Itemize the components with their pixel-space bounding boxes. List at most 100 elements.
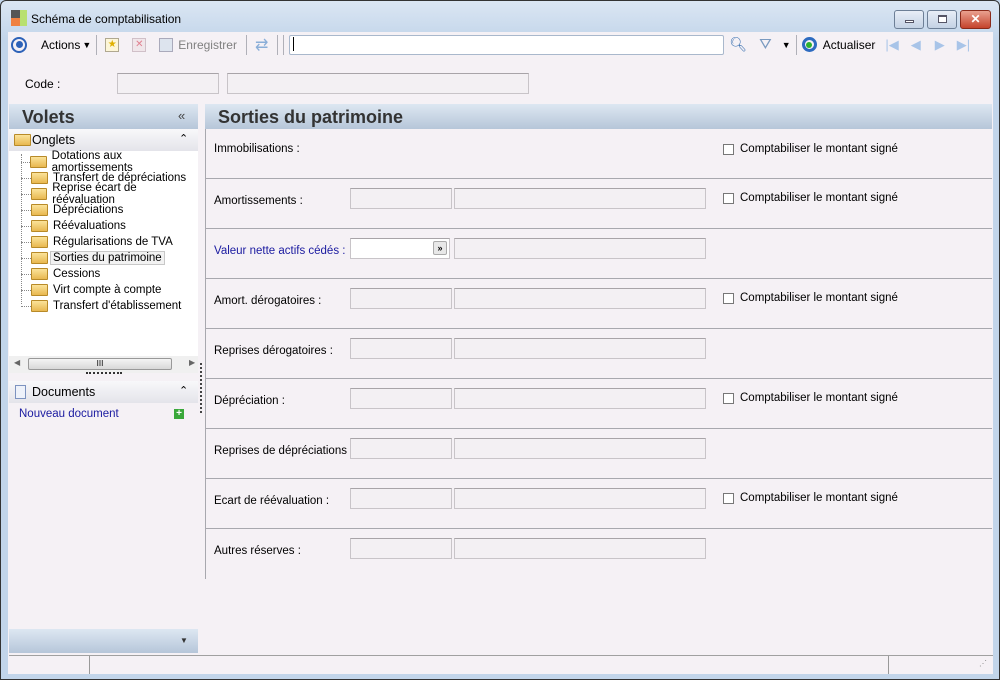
search-icon[interactable]: 🔍︎ (729, 36, 747, 53)
tree-item-label: Sorties du patrimoine (50, 251, 165, 265)
field-label: Dépréciation : (214, 395, 285, 407)
caret-down-icon[interactable]: ▼ (180, 636, 188, 645)
code-input[interactable] (117, 73, 219, 94)
chevron-up-icon[interactable]: ⌃ (179, 384, 188, 397)
tree-item[interactable]: Dotations aux amortissements (21, 150, 198, 174)
account-description-input[interactable] (454, 288, 706, 309)
account-input[interactable] (350, 288, 452, 309)
chevron-up-icon[interactable]: ⌃ (179, 132, 188, 145)
account-description-input[interactable] (454, 488, 706, 509)
horizontal-scrollbar[interactable]: ◀ III ▶ (9, 356, 198, 373)
search-input[interactable] (289, 34, 725, 55)
form-row: Ecart de réévaluation : Comptabiliser le … (205, 479, 992, 529)
signed-amount-checkbox[interactable]: Comptabiliser le montant signé (723, 492, 898, 504)
actions-menu[interactable]: Actions (41, 38, 80, 52)
documents-section-header[interactable]: Documents ⌃ (9, 381, 198, 403)
account-description-input[interactable] (454, 238, 706, 259)
filter-icon[interactable]: ⛛ (759, 36, 772, 53)
client-area: Actions ▼ ★ ✕ Enregistrer ⇄ 🔍︎ ⛛ ▼ Actual… (8, 32, 993, 674)
resize-grip-icon[interactable]: ⋰ (979, 659, 987, 668)
form-row: Amort. dérogatoires : Comptabiliser le mo… (205, 279, 992, 329)
menu-circle-icon[interactable] (11, 36, 27, 53)
folder-icon (31, 172, 48, 184)
code-description-input[interactable] (227, 73, 529, 94)
delete-icon[interactable]: ✕ (132, 37, 147, 52)
tree-item-label: Transfert d'établissement (53, 300, 182, 312)
minimize-button[interactable] (894, 10, 924, 29)
tree-item[interactable]: Cessions (21, 266, 100, 282)
tree-item[interactable]: Régularisations de TVA (21, 234, 173, 250)
dropdown-icon[interactable]: » (433, 241, 447, 255)
scroll-thumb[interactable]: III (28, 358, 172, 370)
tree-item[interactable]: Virt compte à compte (21, 282, 162, 298)
tree-item[interactable]: Reprise écart de réévaluation (21, 182, 198, 206)
sidebar-footer[interactable]: ▼ (9, 629, 198, 653)
account-input[interactable] (350, 338, 452, 359)
new-document-link[interactable]: Nouveau document (19, 408, 119, 420)
tree-item[interactable]: Transfert d'établissement (21, 298, 182, 314)
checkbox-box[interactable] (723, 392, 734, 404)
window-title: Schéma de comptabilisation (31, 12, 182, 26)
checkbox-label: Comptabiliser le montant signé (740, 292, 898, 304)
signed-amount-checkbox[interactable]: Comptabiliser le montant signé (723, 143, 898, 155)
first-record-icon[interactable]: |◀ (885, 37, 898, 53)
new-icon[interactable]: ★ (105, 37, 120, 52)
tree-item-label: Virt compte à compte (53, 284, 162, 296)
tree-item-label: Réévaluations (53, 220, 126, 232)
signed-amount-checkbox[interactable]: Comptabiliser le montant signé (723, 292, 898, 304)
code-label: Code : (25, 77, 61, 91)
signed-amount-checkbox[interactable]: Comptabiliser le montant signé (723, 192, 898, 204)
signed-amount-checkbox[interactable]: Comptabiliser le montant signé (723, 392, 898, 404)
last-record-icon[interactable]: ▶| (957, 37, 970, 53)
account-input[interactable] (350, 388, 452, 409)
collapse-sidebar-icon[interactable]: « (178, 108, 185, 123)
refresh-button[interactable]: Actualiser (823, 38, 876, 52)
field-label: Immobilisations : (214, 143, 300, 155)
save-button[interactable]: Enregistrer (178, 38, 237, 52)
account-description-input[interactable] (454, 438, 706, 459)
maximize-button[interactable] (927, 10, 957, 29)
checkbox-box[interactable] (723, 492, 734, 504)
form-row: Autres réserves : (205, 529, 992, 579)
checkbox-box[interactable] (723, 143, 734, 155)
tree-item[interactable]: Réévaluations (21, 218, 126, 234)
checkbox-box[interactable] (723, 192, 734, 204)
add-icon[interactable]: + (174, 409, 184, 419)
form-row: Amortissements : Comptabiliser le montant… (205, 179, 992, 229)
combo-input[interactable]: » (350, 238, 450, 259)
onglets-section-header[interactable]: Onglets ⌃ (9, 129, 198, 151)
status-bar: ⋰ (9, 655, 993, 674)
account-description-input[interactable] (454, 338, 706, 359)
account-input[interactable] (350, 538, 452, 559)
refresh-icon[interactable] (801, 37, 817, 52)
account-description-input[interactable] (454, 188, 706, 209)
form-row: Immobilisations : Comptabiliser le montan… (205, 129, 992, 179)
next-record-icon[interactable]: ▶ (935, 37, 945, 53)
field-label: Reprises de dépréciations : (214, 445, 354, 457)
tree-item[interactable]: Sorties du patrimoine (21, 250, 165, 266)
documents-title: Documents (32, 385, 96, 399)
folder-icon (31, 268, 48, 280)
tree-item[interactable]: Dépréciations (21, 202, 123, 218)
vertical-splitter[interactable] (200, 363, 202, 413)
account-input[interactable] (350, 488, 452, 509)
checkbox-box[interactable] (723, 292, 734, 304)
account-input[interactable] (350, 438, 452, 459)
window: Schéma de comptabilisation ✕ Actions ▼ ★ … (0, 0, 1000, 680)
field-label: Valeur nette actifs cédés : (214, 245, 346, 257)
close-button[interactable]: ✕ (960, 10, 991, 29)
save-icon[interactable] (159, 37, 174, 52)
splitter-grip[interactable] (86, 372, 122, 375)
folder-icon (31, 220, 48, 232)
field-label: Autres réserves : (214, 545, 301, 557)
filter-dropdown-icon[interactable]: ▼ (782, 40, 791, 50)
account-description-input[interactable] (454, 388, 706, 409)
account-input[interactable] (350, 188, 452, 209)
checkbox-label: Comptabiliser le montant signé (740, 392, 898, 404)
form-row: Dépréciation : Comptabiliser le montant s… (205, 379, 992, 429)
sync-icon[interactable]: ⇄ (255, 35, 268, 55)
account-description-input[interactable] (454, 538, 706, 559)
field-label: Reprises dérogatoires : (214, 345, 333, 357)
field-label: Amortissements : (214, 195, 303, 207)
previous-record-icon[interactable]: ◀ (911, 37, 921, 53)
